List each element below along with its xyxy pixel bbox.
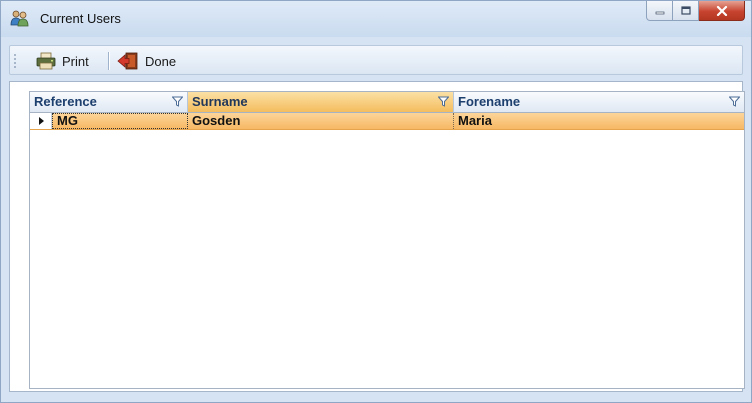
close-icon [716,5,727,16]
window-bottom-edge [1,396,751,402]
window-controls [646,1,745,23]
users-grid[interactable]: Reference Surname Forename MG Gosden Mar… [29,91,745,389]
window-title: Current Users [40,11,121,26]
filter-icon[interactable] [729,96,740,107]
row-selector[interactable] [30,113,52,129]
users-icon [10,10,30,27]
content-panel: Reference Surname Forename MG Gosden Mar… [9,81,745,392]
print-label: Print [62,53,89,69]
exit-door-icon [117,52,138,70]
maximize-button[interactable] [673,1,699,21]
table-row[interactable]: MG Gosden Maria [30,113,744,130]
cell-reference[interactable]: MG [52,113,188,129]
current-users-window: Current Users Print Done Reference Surna… [0,0,752,403]
done-button[interactable]: Done [117,51,176,71]
minimize-button[interactable] [646,1,673,21]
minimize-icon [655,11,664,14]
toolbar: Print Done [9,45,743,75]
toolbar-grip[interactable] [14,53,16,68]
column-header-forename[interactable]: Forename [454,92,744,113]
column-header-reference[interactable]: Reference [30,92,188,113]
toolbar-separator [108,52,109,70]
column-header-label: Surname [192,94,248,109]
cell-forename[interactable]: Maria [454,113,744,129]
column-header-surname[interactable]: Surname [188,92,454,113]
printer-icon [36,52,56,70]
cell-surname[interactable]: Gosden [188,113,454,129]
maximize-icon [680,6,691,15]
done-label: Done [145,53,177,69]
filter-icon[interactable] [172,96,183,107]
column-header-label: Reference [34,94,97,109]
current-row-arrow-icon [39,117,44,125]
column-header-label: Forename [458,94,521,109]
filter-icon[interactable] [438,96,449,107]
close-button[interactable] [699,1,745,21]
print-button[interactable]: Print [36,51,89,71]
title-bar[interactable]: Current Users [1,1,751,37]
